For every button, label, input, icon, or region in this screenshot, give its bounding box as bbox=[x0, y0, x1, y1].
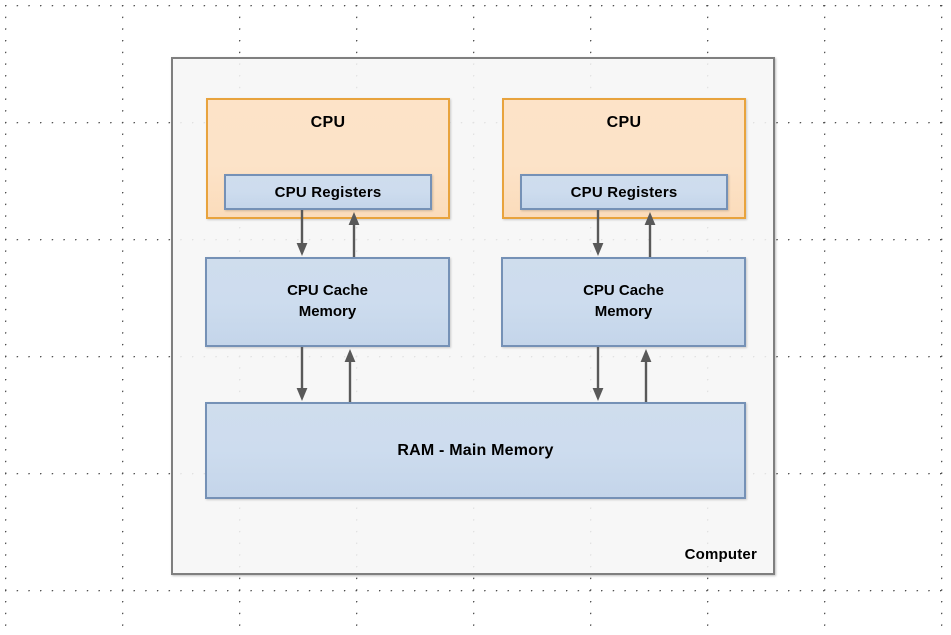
cpu-registers-label-left: CPU Registers bbox=[274, 183, 382, 201]
arrow-registers-to-cache-left bbox=[295, 210, 309, 258]
cpu-cache-box-right[interactable]: CPU Cache Memory bbox=[501, 257, 746, 347]
arrow-cache-to-ram-right bbox=[591, 347, 605, 403]
arrow-cache-to-ram-left bbox=[295, 347, 309, 403]
ram-box[interactable]: RAM - Main Memory bbox=[205, 402, 746, 499]
arrow-ram-to-cache-left bbox=[343, 347, 357, 403]
cpu-registers-box-right[interactable]: CPU Registers bbox=[520, 174, 728, 210]
arrow-registers-to-cache-right bbox=[591, 210, 605, 258]
ram-label: RAM - Main Memory bbox=[397, 441, 554, 459]
computer-label: Computer bbox=[684, 546, 757, 563]
computer-container: CPU CPU Registers CPU Cache Memory CPU C… bbox=[171, 57, 775, 575]
cpu-label-left: CPU bbox=[310, 114, 346, 131]
cpu-cache-label-right-line1: CPU Cache bbox=[583, 282, 664, 300]
arrow-cache-to-registers-right bbox=[643, 210, 657, 258]
cpu-cache-label-left-line1: CPU Cache bbox=[287, 282, 368, 300]
cpu-registers-box-left[interactable]: CPU Registers bbox=[224, 174, 432, 210]
arrow-ram-to-cache-right bbox=[639, 347, 653, 403]
diagram-canvas: CPU CPU Registers CPU Cache Memory CPU C… bbox=[0, 0, 951, 635]
arrow-cache-to-registers-left bbox=[347, 210, 361, 258]
cpu-registers-label-right: CPU Registers bbox=[570, 183, 678, 201]
cpu-cache-box-left[interactable]: CPU Cache Memory bbox=[205, 257, 450, 347]
cpu-cache-label-right-line2: Memory bbox=[594, 303, 653, 320]
cpu-cache-label-left-line2: Memory bbox=[298, 303, 357, 320]
cpu-label-right: CPU bbox=[606, 114, 642, 131]
